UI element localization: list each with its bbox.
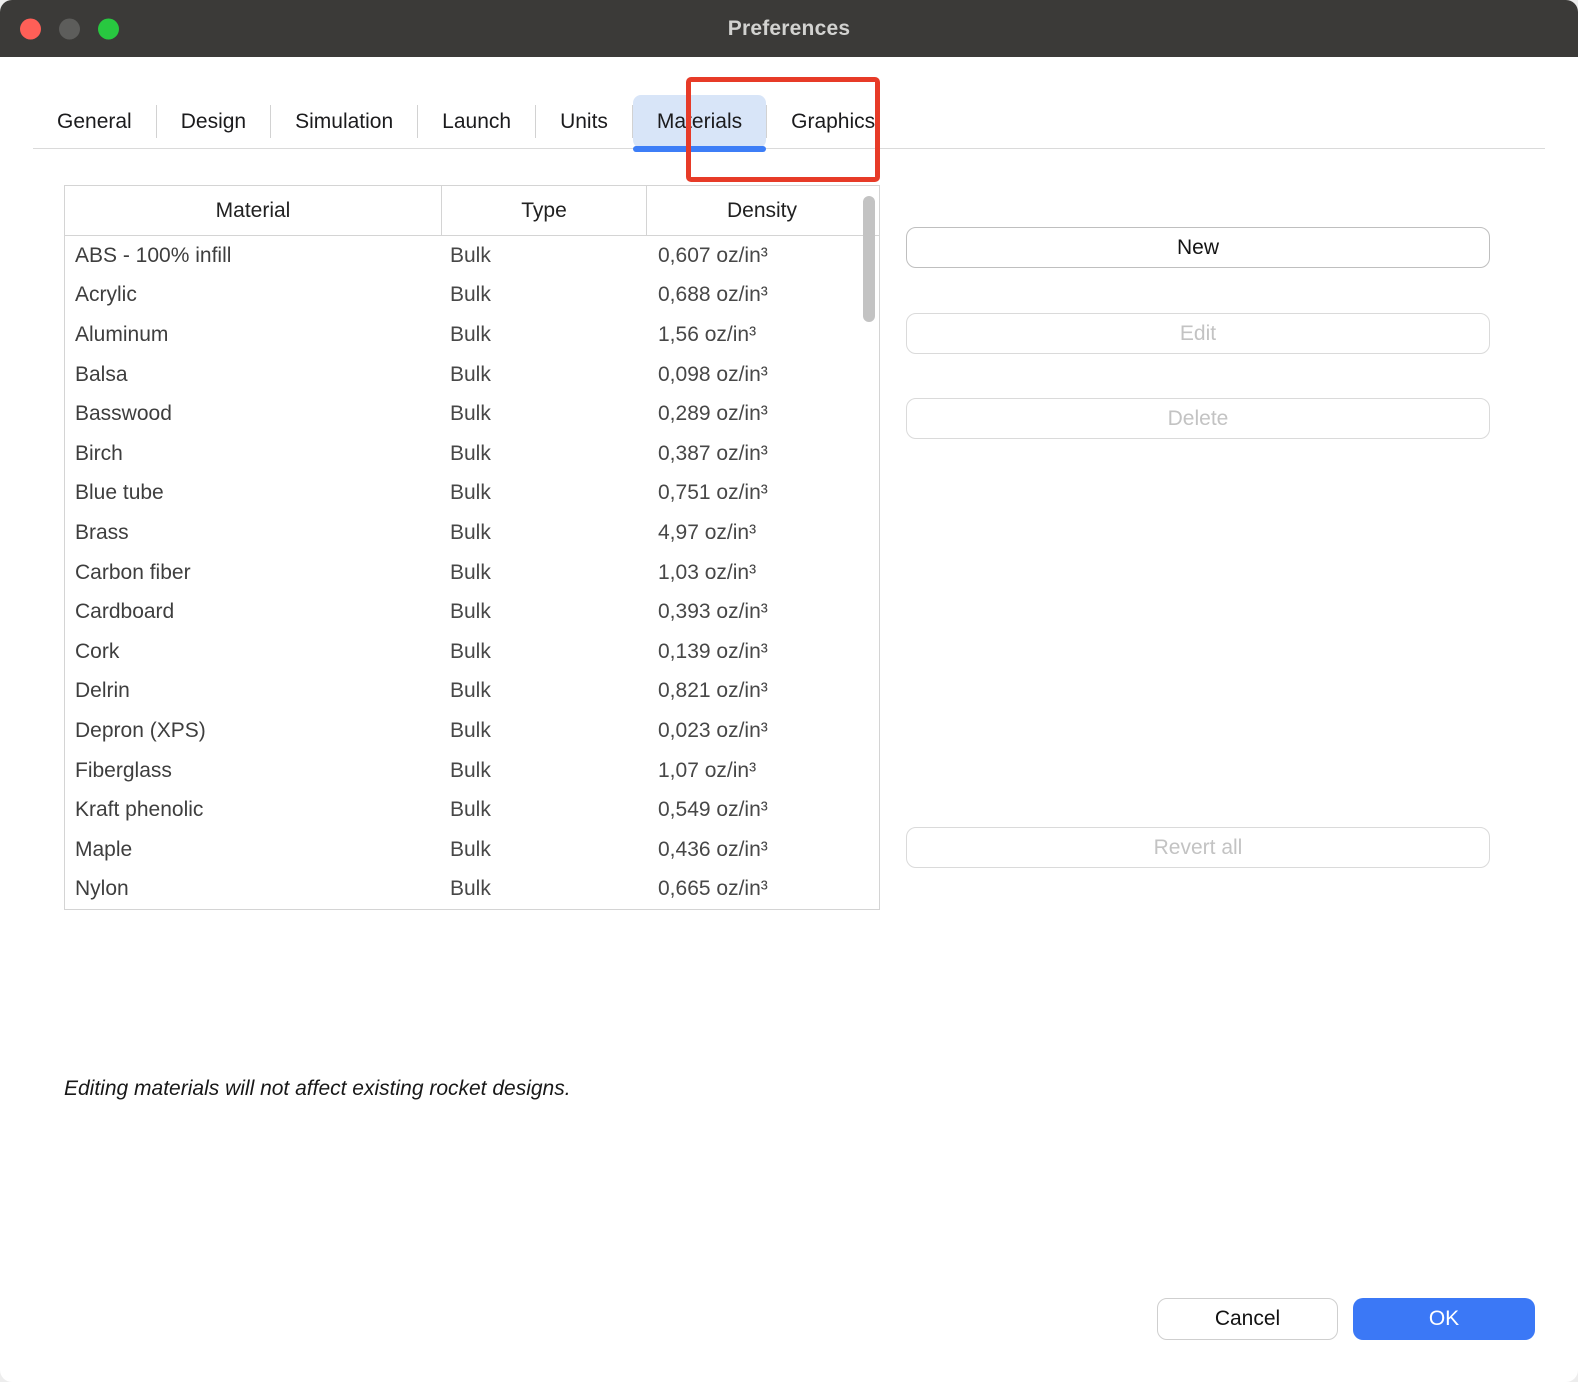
cell-material: Basswood — [65, 402, 441, 426]
edit-button: Edit — [906, 313, 1490, 354]
cell-density: 1,56 oz/in³ — [646, 323, 877, 347]
cell-density: 0,393 oz/in³ — [646, 600, 877, 624]
cell-type: Bulk — [441, 798, 646, 822]
table-header: Material Type Density — [65, 186, 879, 236]
scrollbar-thumb[interactable] — [863, 196, 875, 322]
cell-type: Bulk — [441, 244, 646, 268]
cell-type: Bulk — [441, 600, 646, 624]
cell-type: Bulk — [441, 481, 646, 505]
traffic-lights — [20, 18, 119, 39]
new-button[interactable]: New — [906, 227, 1490, 268]
table-row[interactable]: DelrinBulk0,821 oz/in³ — [65, 672, 879, 712]
table-row[interactable]: Kraft phenolicBulk0,549 oz/in³ — [65, 790, 879, 830]
cell-type: Bulk — [441, 283, 646, 307]
table-row[interactable]: NylonBulk0,665 oz/in³ — [65, 870, 879, 910]
cancel-button[interactable]: Cancel — [1157, 1298, 1338, 1340]
tab-materials[interactable]: Materials — [633, 95, 766, 148]
cell-density: 4,97 oz/in³ — [646, 521, 877, 545]
cell-type: Bulk — [441, 323, 646, 347]
table-row[interactable]: BalsaBulk0,098 oz/in³ — [65, 355, 879, 395]
cell-type: Bulk — [441, 521, 646, 545]
table-row[interactable]: BirchBulk0,387 oz/in³ — [65, 434, 879, 474]
cell-material: Cork — [65, 640, 441, 664]
cell-density: 1,03 oz/in³ — [646, 561, 877, 585]
cell-material: Birch — [65, 442, 441, 466]
table-row[interactable]: MapleBulk0,436 oz/in³ — [65, 830, 879, 870]
cell-type: Bulk — [441, 561, 646, 585]
table-row[interactable]: ABS - 100% infillBulk0,607 oz/in³ — [65, 236, 879, 276]
revert-all-button: Revert all — [906, 827, 1490, 868]
cell-type: Bulk — [441, 402, 646, 426]
table-row[interactable]: BrassBulk4,97 oz/in³ — [65, 513, 879, 553]
ok-button[interactable]: OK — [1353, 1298, 1535, 1340]
cell-material: Cardboard — [65, 600, 441, 624]
cell-type: Bulk — [441, 442, 646, 466]
cell-type: Bulk — [441, 877, 646, 901]
cell-density: 0,751 oz/in³ — [646, 481, 877, 505]
table-row[interactable]: Depron (XPS)Bulk0,023 oz/in³ — [65, 711, 879, 751]
cell-density: 0,607 oz/in³ — [646, 244, 877, 268]
materials-table: Material Type Density ABS - 100% infillB… — [64, 185, 880, 910]
cell-density: 0,688 oz/in³ — [646, 283, 877, 307]
table-row[interactable]: BasswoodBulk0,289 oz/in³ — [65, 394, 879, 434]
table-row[interactable]: Carbon fiberBulk1,03 oz/in³ — [65, 553, 879, 593]
tab-graphics[interactable]: Graphics — [767, 95, 899, 148]
cell-type: Bulk — [441, 719, 646, 743]
cell-type: Bulk — [441, 838, 646, 862]
table-row[interactable]: AcrylicBulk0,688 oz/in³ — [65, 276, 879, 316]
materials-note: Editing materials will not affect existi… — [64, 1077, 571, 1101]
tab-design[interactable]: Design — [157, 95, 270, 148]
preferences-window: Preferences GeneralDesignSimulationLaunc… — [0, 0, 1578, 1382]
cell-material: Depron (XPS) — [65, 719, 441, 743]
tab-launch[interactable]: Launch — [418, 95, 535, 148]
table-row[interactable]: AluminumBulk1,56 oz/in³ — [65, 315, 879, 355]
cell-material: Carbon fiber — [65, 561, 441, 585]
cell-material: Blue tube — [65, 481, 441, 505]
cell-material: Aluminum — [65, 323, 441, 347]
table-row[interactable]: CardboardBulk0,393 oz/in³ — [65, 592, 879, 632]
cell-density: 0,387 oz/in³ — [646, 442, 877, 466]
cell-type: Bulk — [441, 679, 646, 703]
close-icon[interactable] — [20, 18, 41, 39]
window-title: Preferences — [728, 17, 850, 41]
cell-density: 0,139 oz/in³ — [646, 640, 877, 664]
cell-type: Bulk — [441, 640, 646, 664]
title-bar: Preferences — [0, 0, 1578, 57]
cell-material: Delrin — [65, 679, 441, 703]
cell-density: 0,821 oz/in³ — [646, 679, 877, 703]
cell-density: 0,436 oz/in³ — [646, 838, 877, 862]
cell-density: 1,07 oz/in³ — [646, 759, 877, 783]
table-row[interactable]: Blue tubeBulk0,751 oz/in³ — [65, 474, 879, 514]
table-body: ABS - 100% infillBulk0,607 oz/in³Acrylic… — [65, 236, 879, 909]
cell-material: Fiberglass — [65, 759, 441, 783]
table-row[interactable]: FiberglassBulk1,07 oz/in³ — [65, 751, 879, 791]
tab-simulation[interactable]: Simulation — [271, 95, 417, 148]
cell-material: Nylon — [65, 877, 441, 901]
minimize-icon[interactable] — [59, 18, 80, 39]
cell-material: Kraft phenolic — [65, 798, 441, 822]
cell-density: 0,098 oz/in³ — [646, 363, 877, 387]
column-header-material[interactable]: Material — [65, 186, 441, 235]
cell-material: Balsa — [65, 363, 441, 387]
column-header-type[interactable]: Type — [441, 186, 646, 235]
cell-density: 0,289 oz/in³ — [646, 402, 877, 426]
cell-material: Acrylic — [65, 283, 441, 307]
tab-units[interactable]: Units — [536, 95, 632, 148]
cell-material: ABS - 100% infill — [65, 244, 441, 268]
cell-material: Maple — [65, 838, 441, 862]
tab-bar: GeneralDesignSimulationLaunchUnitsMateri… — [33, 95, 1545, 149]
delete-button: Delete — [906, 398, 1490, 439]
cell-type: Bulk — [441, 363, 646, 387]
cell-density: 0,549 oz/in³ — [646, 798, 877, 822]
column-header-density[interactable]: Density — [646, 186, 877, 235]
cell-density: 0,665 oz/in³ — [646, 877, 877, 901]
zoom-icon[interactable] — [98, 18, 119, 39]
cell-material: Brass — [65, 521, 441, 545]
tab-general[interactable]: General — [33, 95, 156, 148]
table-row[interactable]: CorkBulk0,139 oz/in³ — [65, 632, 879, 672]
cell-density: 0,023 oz/in³ — [646, 719, 877, 743]
cell-type: Bulk — [441, 759, 646, 783]
